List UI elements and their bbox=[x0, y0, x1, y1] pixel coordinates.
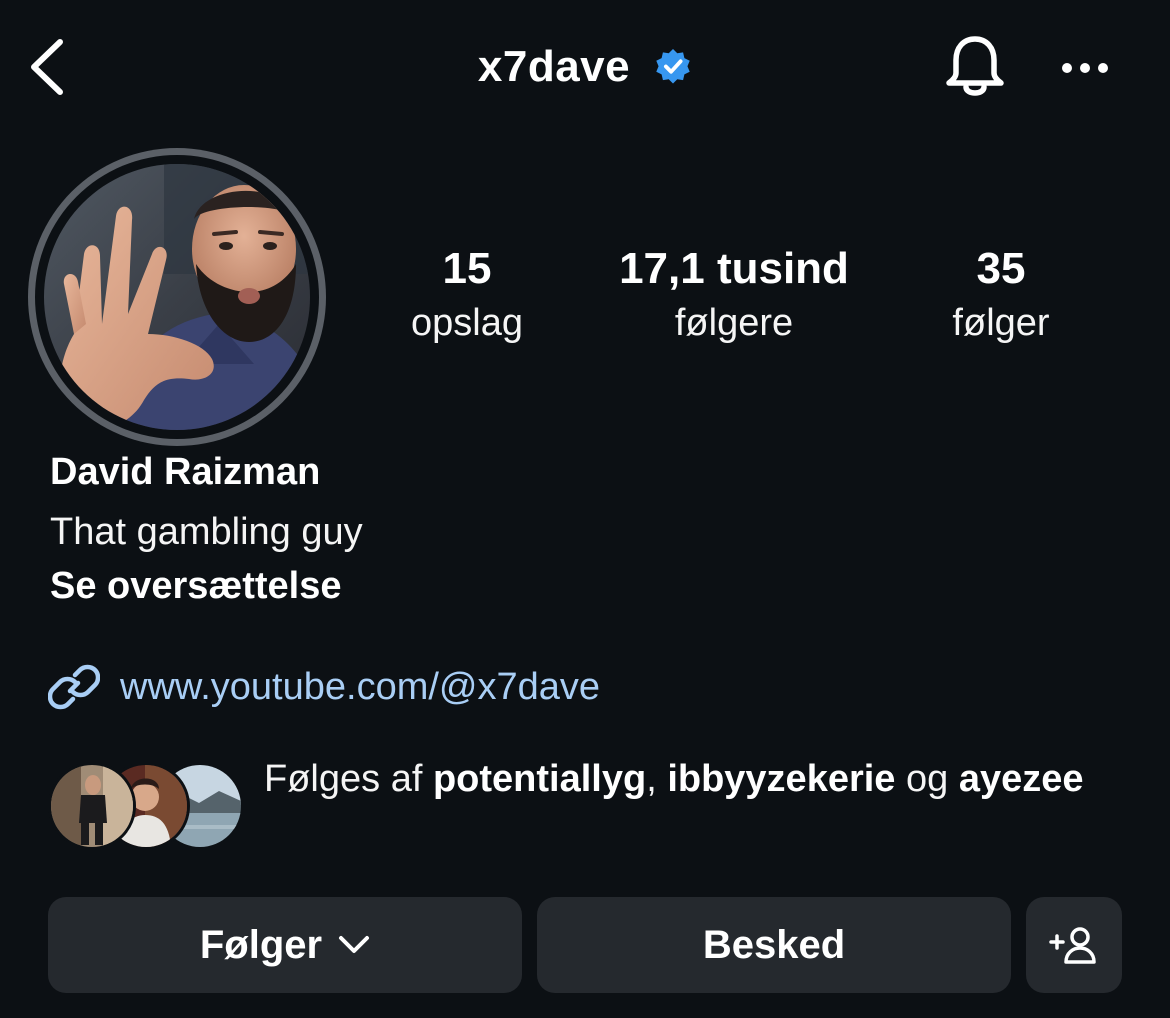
stat-followers[interactable]: 17,1 tusind følgere bbox=[619, 240, 849, 348]
posts-count: 15 bbox=[442, 244, 492, 293]
separator: , bbox=[646, 758, 668, 800]
conjunction: og bbox=[895, 758, 959, 800]
see-translation-link[interactable]: Se oversættelse bbox=[50, 562, 342, 610]
message-button[interactable]: Besked bbox=[537, 897, 1011, 993]
followers-count: 17,1 tusind bbox=[619, 244, 849, 293]
bio-text: That gambling guy bbox=[50, 511, 363, 553]
verified-badge-icon bbox=[656, 48, 690, 84]
chevron-down-icon bbox=[339, 936, 370, 953]
full-name: David Raizman bbox=[50, 451, 321, 493]
follower-avatar bbox=[48, 762, 136, 850]
follower-username[interactable]: ayezee bbox=[959, 758, 1084, 800]
profile-link[interactable]: www.youtube.com/@x7dave bbox=[48, 658, 600, 716]
follower-username[interactable]: ibbyyzekerie bbox=[667, 758, 895, 800]
following-count: 35 bbox=[976, 244, 1026, 293]
stat-posts[interactable]: 15 opslag bbox=[411, 240, 523, 348]
message-button-label: Besked bbox=[702, 922, 846, 967]
link-url: www.youtube.com/@x7dave bbox=[120, 666, 601, 708]
followed-by-text: Følges af potentiallyg, ibbyyzekerie og … bbox=[264, 752, 1124, 807]
followed-by-avatars[interactable] bbox=[48, 762, 244, 850]
username: x7dave bbox=[477, 42, 631, 91]
add-person-icon bbox=[1049, 927, 1096, 964]
following-button-label: Følger bbox=[199, 922, 323, 967]
notifications-button[interactable] bbox=[940, 30, 1010, 104]
following-label: følger bbox=[952, 302, 1050, 344]
more-horizontal-icon bbox=[1062, 63, 1108, 73]
bell-icon bbox=[946, 36, 1004, 96]
more-options-button[interactable] bbox=[1054, 44, 1116, 92]
followers-label: følgere bbox=[674, 302, 794, 344]
profile-photo bbox=[44, 164, 310, 430]
avatar[interactable] bbox=[28, 148, 326, 446]
link-icon bbox=[48, 664, 100, 710]
posts-label: opslag bbox=[411, 302, 523, 344]
following-button[interactable]: Følger bbox=[48, 897, 522, 993]
stat-following[interactable]: 35 følger bbox=[952, 240, 1049, 348]
add-user-button[interactable] bbox=[1026, 897, 1122, 993]
follower-username[interactable]: potentiallyg bbox=[433, 758, 646, 800]
followed-by-prefix: Følges af bbox=[264, 758, 433, 800]
